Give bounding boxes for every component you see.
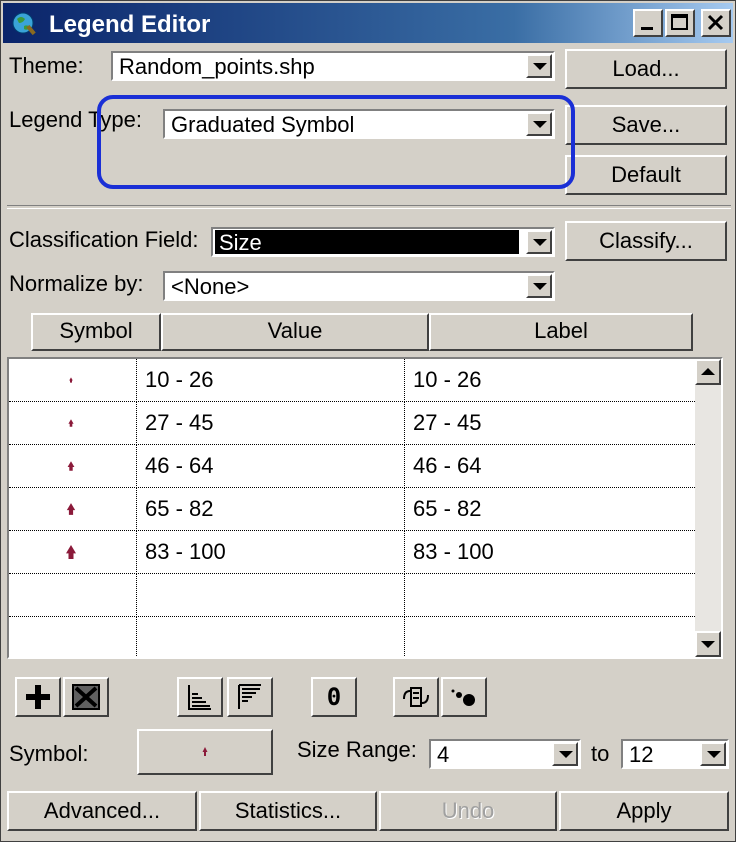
symbol-cell[interactable] (9, 617, 137, 657)
graduated-symbol-icon (67, 461, 75, 471)
symbol-cell[interactable] (9, 531, 137, 574)
label-cell[interactable]: 83 - 100 (405, 531, 669, 574)
size-range-to-dropdown[interactable]: 12 (621, 739, 729, 769)
table-row[interactable]: 10 - 26 10 - 26 (9, 359, 697, 402)
close-icon (707, 14, 724, 31)
label-cell[interactable] (405, 617, 669, 657)
graduated-symbol-icon (66, 545, 76, 559)
sort-ascending-button[interactable] (177, 677, 223, 717)
chevron-down-icon[interactable] (552, 742, 578, 766)
graduated-symbol-icon (69, 377, 73, 383)
symbol-preview-icon (202, 747, 208, 756)
symbol-cell[interactable] (9, 402, 137, 445)
null-value-button[interactable]: 0 (311, 677, 357, 717)
maximize-icon (671, 14, 688, 30)
label-cell[interactable]: 65 - 82 (405, 488, 669, 531)
globe-app-icon (12, 12, 36, 36)
chevron-down-icon[interactable] (526, 230, 552, 254)
reverse-symbols-button[interactable] (393, 677, 439, 717)
value-cell[interactable]: 46 - 64 (137, 445, 405, 488)
vertical-scrollbar[interactable] (695, 359, 721, 657)
table-row[interactable] (9, 574, 697, 617)
divider (7, 205, 731, 209)
arrow-down-icon (701, 641, 715, 648)
theme-dropdown[interactable]: Random_points.shp (111, 51, 555, 81)
table-row[interactable]: 65 - 82 65 - 82 (9, 488, 697, 531)
theme-value: Random_points.shp (119, 54, 315, 79)
value-cell[interactable]: 65 - 82 (137, 488, 405, 531)
theme-label: Theme: (9, 53, 84, 78)
table-row[interactable]: 83 - 100 83 - 100 (9, 531, 697, 574)
size-range-to-value: 12 (629, 742, 654, 767)
value-cell[interactable]: 83 - 100 (137, 531, 405, 574)
value-cell[interactable] (137, 617, 405, 657)
maximize-button[interactable] (665, 9, 695, 37)
table-row[interactable]: 46 - 64 46 - 64 (9, 445, 697, 488)
size-range-from-value: 4 (437, 742, 450, 767)
graduated-symbol-icon (66, 503, 76, 515)
statistics-button[interactable]: Statistics... (199, 791, 377, 831)
table-row[interactable] (9, 617, 697, 657)
symbol-size-button[interactable] (441, 677, 487, 717)
normalize-by-dropdown[interactable]: <None> (163, 271, 555, 301)
table-row[interactable]: 27 - 45 27 - 45 (9, 402, 697, 445)
value-cell[interactable]: 27 - 45 (137, 402, 405, 445)
chevron-down-icon[interactable] (526, 274, 552, 298)
close-button[interactable] (701, 9, 731, 37)
advanced-button[interactable]: Advanced... (7, 791, 197, 831)
size-range-label: Size Range: (297, 737, 417, 762)
apply-button[interactable]: Apply (559, 791, 729, 831)
minimize-button[interactable] (633, 9, 663, 37)
column-header-label[interactable]: Label (429, 313, 693, 351)
symbol-cell[interactable] (9, 574, 137, 617)
column-header-symbol[interactable]: Symbol (31, 313, 161, 351)
symbol-preview-button[interactable] (137, 729, 273, 775)
delete-class-icon (72, 684, 100, 710)
symbol-cell[interactable] (9, 445, 137, 488)
reverse-symbols-icon (403, 687, 429, 707)
save-button[interactable]: Save... (565, 105, 727, 145)
sort-descending-icon (238, 684, 261, 709)
value-cell[interactable] (137, 574, 405, 617)
load-button[interactable]: Load... (565, 49, 727, 89)
size-range-to-label: to (591, 741, 610, 766)
chevron-down-icon[interactable] (526, 54, 552, 78)
add-class-button[interactable] (15, 677, 61, 717)
classification-field-label: Classification Field: (9, 227, 199, 252)
symbol-label: Symbol: (9, 741, 89, 766)
graduated-symbol-icon (68, 419, 74, 427)
window-title: Legend Editor (49, 11, 211, 38)
add-class-icon (26, 685, 50, 709)
label-cell[interactable] (405, 574, 669, 617)
default-button[interactable]: Default (565, 155, 727, 195)
legend-editor-window: Legend Editor Theme: Random_points.shp L… (0, 0, 736, 842)
normalize-by-value: <None> (171, 274, 250, 299)
sort-ascending-icon (188, 685, 211, 710)
classification-field-value: Size (215, 230, 519, 255)
scroll-down-button[interactable] (695, 631, 721, 657)
minimize-icon (641, 27, 653, 30)
column-header-value[interactable]: Value (161, 313, 429, 351)
arrow-up-icon (701, 368, 715, 375)
delete-class-button[interactable] (63, 677, 109, 717)
symbol-cell[interactable] (9, 488, 137, 531)
symbol-cell[interactable] (9, 359, 137, 402)
sort-descending-button[interactable] (227, 677, 273, 717)
symbol-size-icon (451, 689, 475, 706)
classify-button[interactable]: Classify... (565, 221, 727, 261)
null-value-label: 0 (326, 683, 342, 711)
label-cell[interactable]: 27 - 45 (405, 402, 669, 445)
label-cell[interactable]: 10 - 26 (405, 359, 669, 402)
highlight-annotation (97, 95, 575, 189)
chevron-down-icon[interactable] (700, 742, 726, 766)
value-cell[interactable]: 10 - 26 (137, 359, 405, 402)
label-cell[interactable]: 46 - 64 (405, 445, 669, 488)
undo-button[interactable]: Undo (379, 791, 557, 831)
legend-classes-table[interactable]: 10 - 26 10 - 26 27 - 45 27 - 45 46 - 64 46 - … (7, 357, 723, 659)
scroll-up-button[interactable] (695, 359, 721, 385)
size-range-from-dropdown[interactable]: 4 (429, 739, 581, 769)
normalize-by-label: Normalize by: (9, 271, 144, 296)
title-bar[interactable]: Legend Editor (3, 3, 733, 43)
classification-field-dropdown[interactable]: Size (211, 227, 555, 257)
